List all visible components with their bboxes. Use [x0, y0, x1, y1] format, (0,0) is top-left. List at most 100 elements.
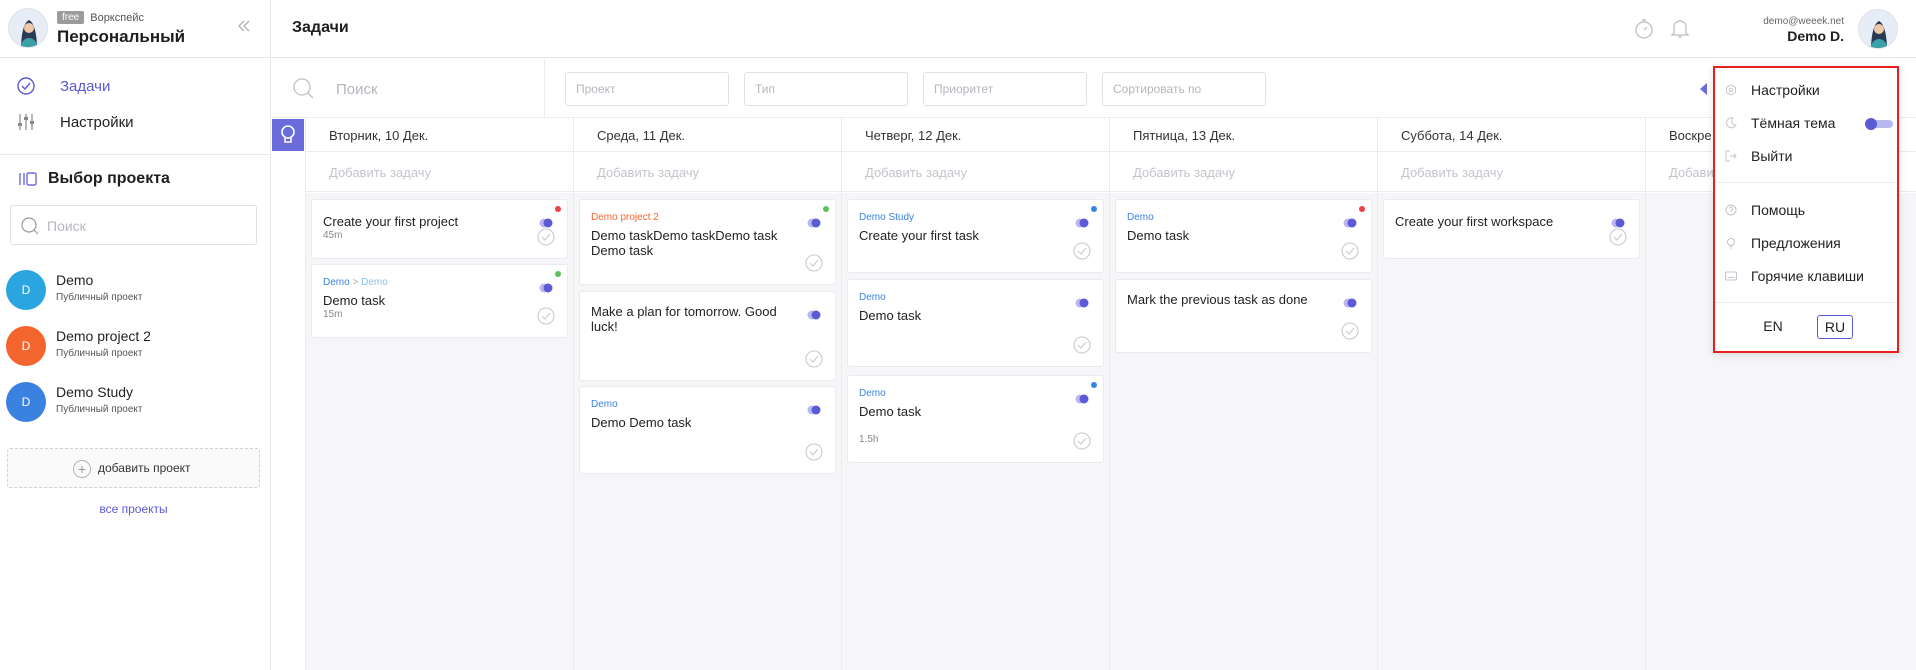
- toggle-icon[interactable]: [1075, 298, 1089, 308]
- complete-check-icon[interactable]: [1073, 432, 1091, 450]
- project-search-input[interactable]: Поиск: [10, 205, 257, 245]
- project-avatar: D: [6, 382, 46, 422]
- task-project: Demo: [591, 399, 618, 410]
- task-card[interactable]: Mark the previous task as done: [1115, 279, 1372, 353]
- task-card[interactable]: Demo project 2 Demo taskDemo taskDemo ta…: [579, 199, 836, 285]
- gear-icon: [1726, 84, 1736, 96]
- complete-check-icon[interactable]: [1341, 242, 1359, 260]
- task-card[interactable]: Demo Demo task 1.5h: [847, 375, 1104, 463]
- sort-select[interactable]: Сортировать по: [1102, 72, 1266, 106]
- help-circle-icon: [1725, 204, 1737, 216]
- menu-item-label: Предложения: [1751, 235, 1841, 251]
- task-card[interactable]: Demo Demo task: [1115, 199, 1372, 273]
- complete-check-icon[interactable]: [1341, 322, 1359, 340]
- nav-item-tasks[interactable]: Задачи: [0, 68, 270, 104]
- add-task-input[interactable]: Добавить задачу: [574, 152, 841, 192]
- project-filter-select[interactable]: Проект: [565, 72, 729, 106]
- task-card[interactable]: Create your first project 45m: [311, 199, 568, 259]
- task-duration: 1.5h: [859, 434, 879, 445]
- add-project-button[interactable]: + добавить проект: [7, 448, 260, 488]
- bell-icon[interactable]: [1670, 17, 1690, 42]
- search-placeholder: Поиск: [47, 218, 86, 234]
- priority-dot: [1091, 206, 1097, 212]
- menu-item-label: Выйти: [1751, 148, 1793, 164]
- dark-theme-toggle[interactable]: [1865, 118, 1893, 130]
- double-chevron-left-icon[interactable]: [234, 17, 254, 37]
- toggle-icon[interactable]: [1075, 394, 1089, 404]
- task-card[interactable]: Demo Demo task: [847, 279, 1104, 367]
- project-avatar: D: [6, 326, 46, 366]
- nav-item-label: Настройки: [60, 113, 134, 131]
- toggle-icon[interactable]: [1611, 218, 1625, 228]
- filter-placeholder: Приоритет: [934, 82, 994, 96]
- menu-item-logout[interactable]: Выйти: [1725, 147, 1893, 167]
- toggle-icon[interactable]: [1343, 298, 1357, 308]
- complete-check-icon[interactable]: [1609, 228, 1627, 246]
- menu-item-help[interactable]: Помощь: [1725, 201, 1893, 221]
- sliders-icon: [16, 112, 36, 132]
- add-task-input[interactable]: Добавить задачу: [842, 152, 1109, 192]
- task-card[interactable]: Create your first workspace: [1383, 199, 1640, 259]
- add-task-input[interactable]: Добавить задачу: [306, 152, 573, 192]
- toggle-icon[interactable]: [539, 283, 553, 293]
- language-ru-button[interactable]: RU: [1817, 315, 1853, 339]
- menu-item-settings[interactable]: Настройки: [1725, 81, 1893, 101]
- plus-circle-icon: +: [73, 460, 91, 478]
- day-column: Среда, 11 Дек. Добавить задачу Demo proj…: [573, 118, 841, 670]
- add-task-input[interactable]: Добавить задачу: [1110, 152, 1377, 192]
- task-card[interactable]: Make a plan for tomorrow. Good luck!: [579, 291, 836, 381]
- toggle-icon[interactable]: [539, 218, 553, 228]
- divider: [0, 154, 270, 155]
- project-item-demo-project-2[interactable]: D Demo project 2 Публичный проект: [6, 324, 256, 366]
- complete-check-icon[interactable]: [805, 254, 823, 272]
- complete-check-icon[interactable]: [805, 443, 823, 461]
- workspace-avatar[interactable]: [8, 8, 48, 48]
- task-search-input[interactable]: Поиск: [336, 81, 378, 98]
- moon-icon: [1726, 117, 1737, 129]
- all-projects-link[interactable]: все проекты: [0, 502, 267, 516]
- task-card[interactable]: Demo Study Create your first task: [847, 199, 1104, 273]
- week-board: Вторник, 10 Дек. Добавить задачу Create …: [305, 118, 1916, 670]
- toggle-icon[interactable]: [1075, 218, 1089, 228]
- complete-check-icon[interactable]: [537, 228, 555, 246]
- day-column: Суббота, 14 Дек. Добавить задачу Create …: [1377, 118, 1645, 670]
- day-tasks: Demo Demo task Mark the previous task as…: [1110, 193, 1377, 670]
- task-title: Make a plan for tomorrow. Good luck!: [591, 304, 777, 334]
- type-filter-select[interactable]: Тип: [744, 72, 908, 106]
- day-column: Пятница, 13 Дек. Добавить задачу Demo De…: [1109, 118, 1377, 670]
- toggle-icon[interactable]: [807, 405, 821, 415]
- task-project: Demo: [859, 292, 886, 303]
- menu-item-hotkeys[interactable]: Горячие клавиши: [1725, 267, 1893, 287]
- task-title: Create your first workspace: [1395, 214, 1554, 229]
- menu-item-suggestions[interactable]: Предложения: [1725, 234, 1893, 254]
- complete-check-icon[interactable]: [1073, 242, 1091, 260]
- task-project: Demo project 2: [591, 212, 659, 223]
- task-card[interactable]: Demo Demo Demo task: [579, 386, 836, 474]
- workspace-header[interactable]: free Воркспейс Персональный: [0, 0, 270, 58]
- project-name: Demo project 2: [56, 328, 151, 344]
- nav-item-label: Задачи: [60, 77, 111, 95]
- toggle-icon[interactable]: [807, 310, 821, 320]
- add-task-input[interactable]: Добавить задачу: [1378, 152, 1645, 192]
- toggle-icon[interactable]: [1343, 218, 1357, 228]
- day-header: Пятница, 13 Дек.: [1110, 118, 1377, 152]
- user-avatar[interactable]: [1858, 9, 1898, 49]
- priority-filter-select[interactable]: Приоритет: [923, 72, 1087, 106]
- caret-left-icon[interactable]: [1700, 83, 1708, 95]
- nav-item-settings[interactable]: Настройки: [0, 104, 270, 140]
- complete-check-icon[interactable]: [1073, 336, 1091, 354]
- filter-bar: Поиск Проект Тип Приоритет Сортировать п…: [272, 59, 1916, 118]
- user-name[interactable]: Demo D.: [1787, 28, 1844, 44]
- project-item-demo-study[interactable]: D Demo Study Публичный проект: [6, 380, 256, 422]
- project-item-demo[interactable]: D Demo Публичный проект: [6, 268, 256, 310]
- complete-check-icon[interactable]: [805, 350, 823, 368]
- menu-item-dark-theme[interactable]: Тёмная тема: [1725, 114, 1893, 134]
- menu-item-label: Тёмная тема: [1751, 115, 1836, 131]
- day-header: Суббота, 14 Дек.: [1378, 118, 1645, 152]
- stopwatch-icon[interactable]: [1634, 18, 1654, 43]
- language-en-button[interactable]: EN: [1751, 315, 1795, 339]
- complete-check-icon[interactable]: [537, 307, 555, 325]
- lightbulb-icon[interactable]: [272, 119, 304, 151]
- task-card[interactable]: Demo > Demo Demo task 15m: [311, 264, 568, 338]
- toggle-icon[interactable]: [807, 218, 821, 228]
